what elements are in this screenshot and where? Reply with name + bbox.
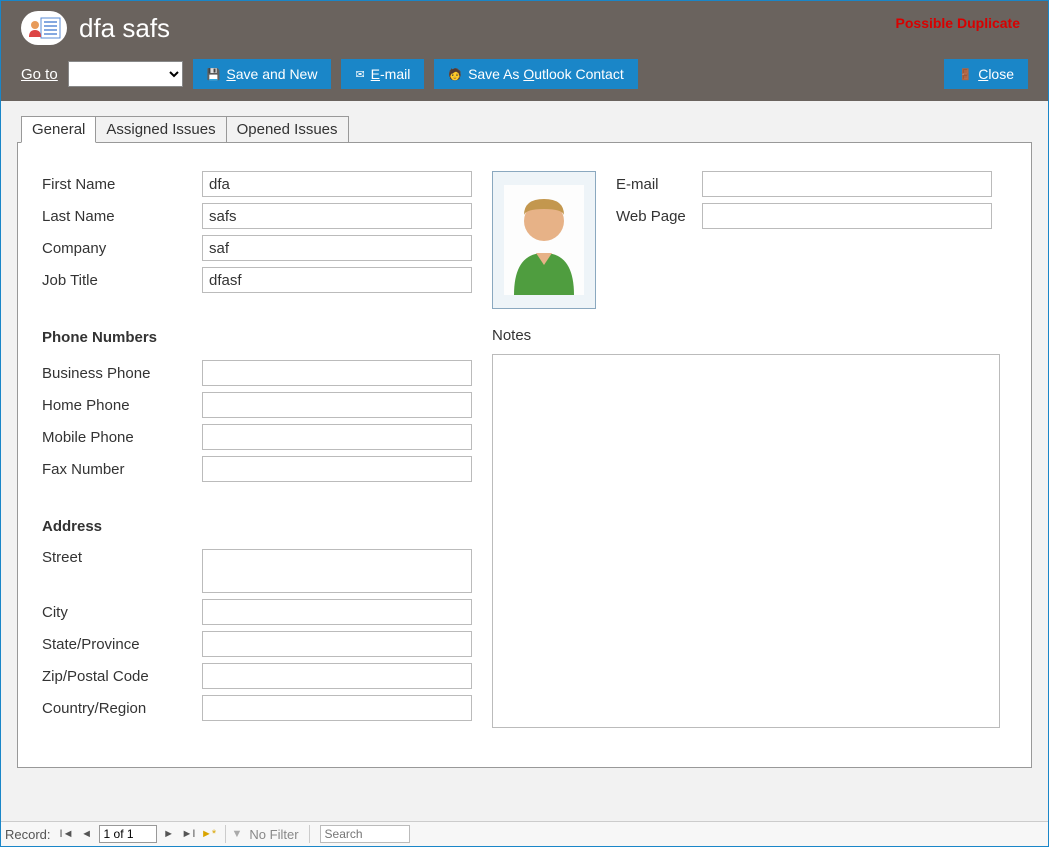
- save-and-new-button[interactable]: 💾 Save and New: [193, 59, 332, 89]
- zip-field[interactable]: [202, 663, 472, 689]
- section-address: Address: [42, 518, 472, 535]
- label-city: City: [42, 604, 202, 621]
- label-notes: Notes: [492, 327, 1007, 344]
- label-last-name: Last Name: [42, 208, 202, 225]
- nav-prev-button[interactable]: ◄: [78, 825, 96, 843]
- label-street: Street: [42, 549, 202, 566]
- no-filter-label[interactable]: No Filter: [249, 827, 298, 842]
- label-country: Country/Region: [42, 700, 202, 717]
- label-business-phone: Business Phone: [42, 365, 202, 382]
- save-icon: 💾: [207, 68, 221, 81]
- home-phone-field[interactable]: [202, 392, 472, 418]
- label-zip: Zip/Postal Code: [42, 668, 202, 685]
- panel-general: First Name Last Name Company Job Title P…: [17, 142, 1032, 768]
- label-state: State/Province: [42, 636, 202, 653]
- contact-card-icon: [21, 11, 67, 45]
- mail-icon: ✉: [355, 68, 364, 81]
- label-email: E-mail: [616, 176, 702, 193]
- first-name-field[interactable]: [202, 171, 472, 197]
- record-position-field[interactable]: [99, 825, 157, 843]
- nav-last-button[interactable]: ►I: [180, 825, 198, 843]
- contact-photo[interactable]: [492, 171, 596, 309]
- company-field[interactable]: [202, 235, 472, 261]
- record-navigation-bar: Record: I◄ ◄ ► ►I ►* ▼ No Filter: [1, 821, 1048, 846]
- body-area: General Assigned Issues Opened Issues Fi…: [1, 101, 1048, 821]
- nav-new-button[interactable]: ►*: [200, 825, 218, 843]
- business-phone-field[interactable]: [202, 360, 472, 386]
- label-job-title: Job Title: [42, 272, 202, 289]
- label-first-name: First Name: [42, 176, 202, 193]
- mobile-phone-field[interactable]: [202, 424, 472, 450]
- label-home-phone: Home Phone: [42, 397, 202, 414]
- tab-assigned-issues[interactable]: Assigned Issues: [95, 116, 226, 143]
- email-field[interactable]: [702, 171, 992, 197]
- last-name-field[interactable]: [202, 203, 472, 229]
- label-company: Company: [42, 240, 202, 257]
- close-button[interactable]: 🚪 Close: [944, 59, 1028, 89]
- tab-strip: General Assigned Issues Opened Issues: [21, 115, 1032, 142]
- goto-label: Go to: [21, 66, 58, 83]
- toolbar: Go to 💾 Save and New ✉ E-mail 🧑 Save As …: [21, 59, 1028, 89]
- street-field[interactable]: [202, 549, 472, 593]
- filter-icon: ▼: [232, 828, 243, 840]
- nav-next-button[interactable]: ►: [160, 825, 178, 843]
- nav-first-button[interactable]: I◄: [58, 825, 76, 843]
- duplicate-warning: Possible Duplicate: [896, 15, 1020, 31]
- city-field[interactable]: [202, 599, 472, 625]
- record-label: Record:: [5, 827, 51, 842]
- email-button[interactable]: ✉ E-mail: [341, 59, 424, 89]
- country-field[interactable]: [202, 695, 472, 721]
- header-bar: dfa safs Possible Duplicate Go to 💾 Save…: [1, 1, 1048, 101]
- tab-general[interactable]: General: [21, 116, 96, 143]
- goto-select[interactable]: [68, 61, 183, 87]
- label-fax: Fax Number: [42, 461, 202, 478]
- save-as-outlook-button[interactable]: 🧑 Save As Outlook Contact: [434, 59, 637, 89]
- outlook-icon: 🧑: [448, 68, 462, 81]
- door-icon: 🚪: [958, 68, 972, 81]
- label-webpage: Web Page: [616, 208, 702, 225]
- notes-field[interactable]: [492, 354, 1000, 728]
- label-mobile-phone: Mobile Phone: [42, 429, 202, 446]
- page-title: dfa safs: [79, 13, 170, 44]
- state-field[interactable]: [202, 631, 472, 657]
- job-title-field[interactable]: [202, 267, 472, 293]
- tab-opened-issues[interactable]: Opened Issues: [226, 116, 349, 143]
- separator: [225, 825, 226, 843]
- separator: [309, 825, 310, 843]
- section-phone-numbers: Phone Numbers: [42, 329, 472, 346]
- webpage-field[interactable]: [702, 203, 992, 229]
- fax-field[interactable]: [202, 456, 472, 482]
- search-input[interactable]: [320, 825, 410, 843]
